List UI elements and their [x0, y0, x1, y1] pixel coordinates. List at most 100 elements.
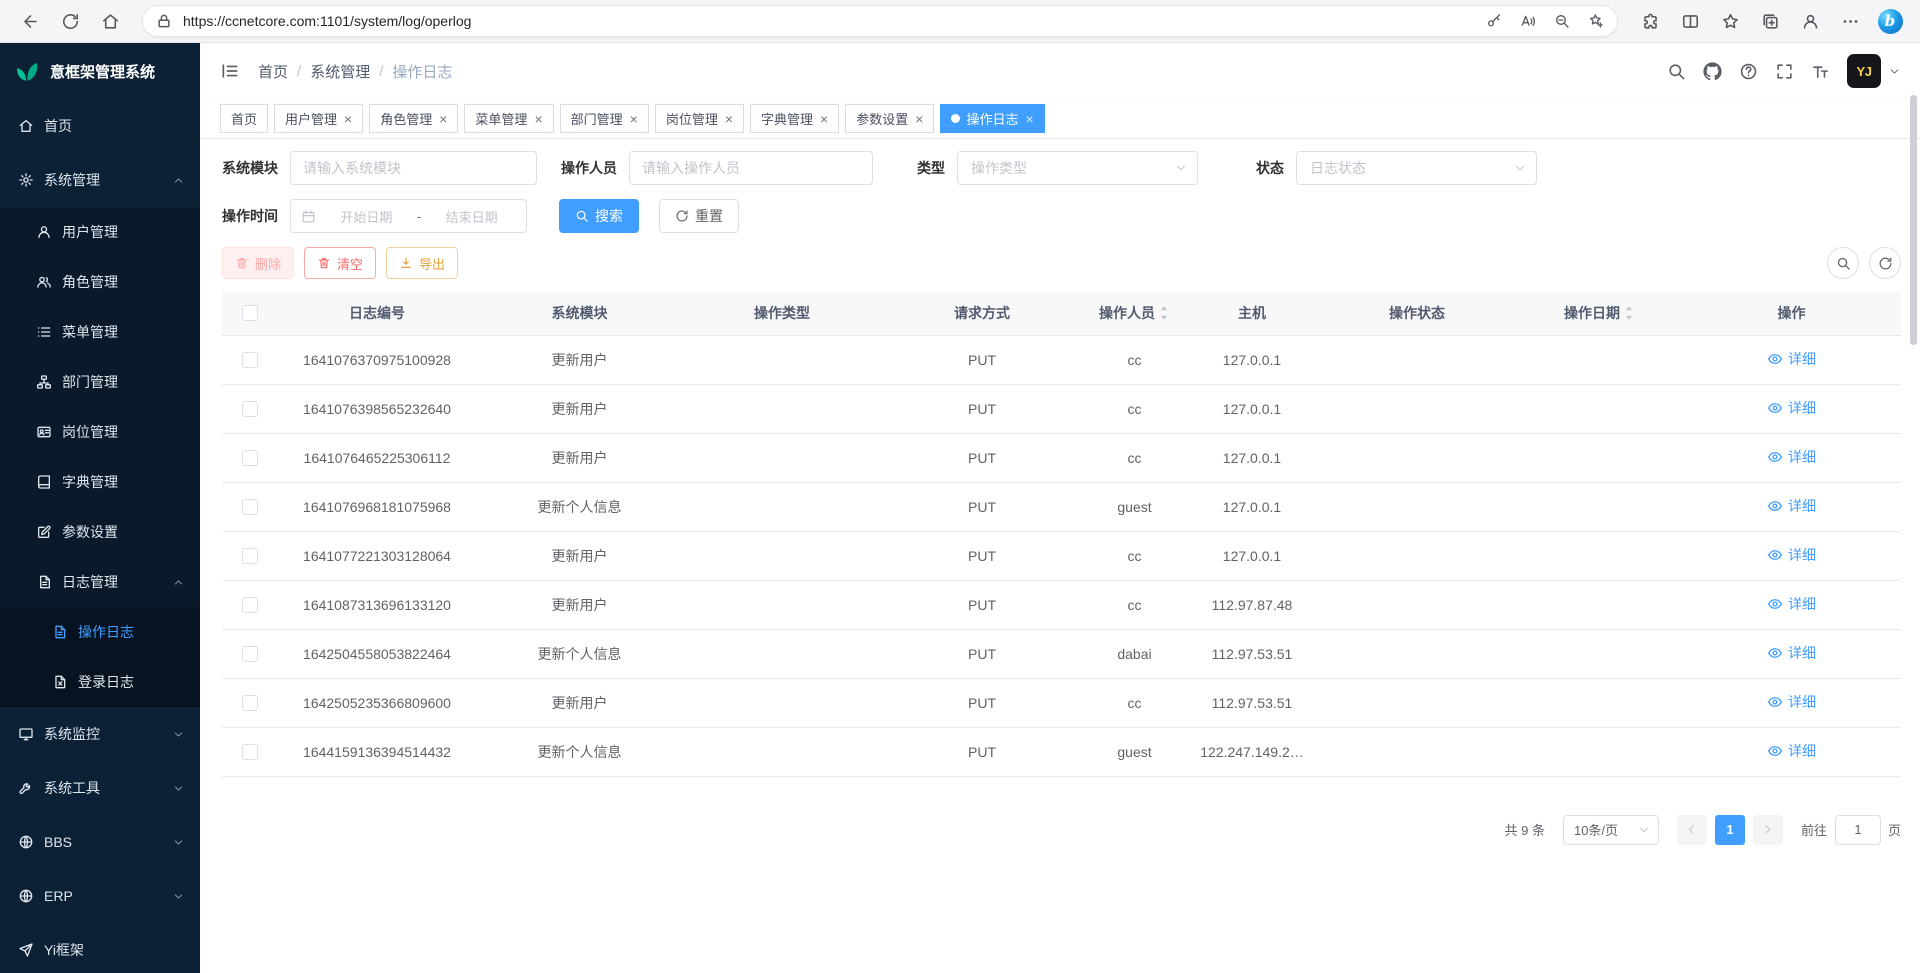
detail-link[interactable]: 详细	[1767, 643, 1816, 663]
detail-link[interactable]: 详细	[1767, 398, 1816, 418]
detail-link[interactable]: 详细	[1767, 349, 1816, 369]
table-row[interactable]: 1642504558053822464更新个人信息PUTdabai112.97.…	[222, 629, 1901, 678]
tab-home[interactable]: 首页	[220, 104, 268, 133]
tab-close-icon[interactable]: ×	[915, 112, 923, 126]
sidebar-item-post-mgmt[interactable]: 岗位管理	[0, 407, 200, 457]
next-page-button[interactable]	[1753, 815, 1783, 845]
detail-link[interactable]: 详细	[1767, 496, 1816, 516]
sidebar-fold-icon[interactable]	[220, 61, 240, 81]
sidebar-item-role-mgmt[interactable]: 角色管理	[0, 257, 200, 307]
detail-link[interactable]: 详细	[1767, 692, 1816, 712]
table-row[interactable]: 1641087313696133120更新用户PUTcc112.97.87.48…	[222, 580, 1901, 629]
page-number-1[interactable]: 1	[1715, 815, 1745, 845]
row-checkbox[interactable]	[242, 352, 258, 368]
column-header-operator[interactable]: 操作人员	[1082, 291, 1187, 335]
read-aloud-icon[interactable]	[1513, 7, 1543, 35]
browser-settings-icon[interactable]	[1830, 4, 1870, 38]
favorites-icon[interactable]	[1710, 4, 1750, 38]
tab-close-icon[interactable]: ×	[534, 112, 542, 126]
tab-close-icon[interactable]: ×	[344, 112, 352, 126]
sidebar-item-system-tools[interactable]: 系统工具	[0, 761, 200, 815]
module-input[interactable]	[290, 151, 537, 185]
detail-link[interactable]: 详细	[1767, 741, 1816, 761]
tab-close-icon[interactable]: ×	[725, 112, 733, 126]
tab-param-settings[interactable]: 参数设置×	[845, 104, 934, 133]
sort-carets-icon[interactable]	[1158, 304, 1170, 322]
add-favorite-icon[interactable]	[1581, 7, 1611, 35]
password-key-icon[interactable]	[1479, 7, 1509, 35]
table-row[interactable]: 1641076465225306112更新用户PUTcc127.0.0.1详细	[222, 433, 1901, 482]
table-row[interactable]: 1641077221303128064更新用户PUTcc127.0.0.1详细	[222, 531, 1901, 580]
sidebar-item-system-monitor[interactable]: 系统监控	[0, 707, 200, 761]
row-checkbox[interactable]	[242, 499, 258, 515]
collections-icon[interactable]	[1750, 4, 1790, 38]
sidebar-item-dict-mgmt[interactable]: 字典管理	[0, 457, 200, 507]
select-all-checkbox[interactable]	[242, 305, 258, 321]
tab-role-mgmt[interactable]: 角色管理×	[369, 104, 458, 133]
help-icon[interactable]	[1739, 62, 1758, 81]
goto-page-input[interactable]	[1835, 815, 1881, 845]
address-bar[interactable]: https://ccnetcore.com:1101/system/log/op…	[142, 5, 1618, 37]
browser-back-button[interactable]	[10, 4, 50, 38]
breadcrumb-home[interactable]: 首页	[258, 61, 288, 82]
sidebar-item-oper-log[interactable]: 操作日志	[0, 607, 200, 657]
detail-link[interactable]: 详细	[1767, 545, 1816, 565]
row-checkbox[interactable]	[242, 450, 258, 466]
reset-button[interactable]: 重置	[659, 199, 739, 233]
refresh-table-button[interactable]	[1869, 247, 1901, 279]
table-row[interactable]: 1641076398565232640更新用户PUTcc127.0.0.1详细	[222, 384, 1901, 433]
sidebar-item-system-mgmt[interactable]: 系统管理	[0, 153, 200, 207]
status-select[interactable]: 日志状态	[1296, 151, 1537, 185]
extensions-icon[interactable]	[1630, 4, 1670, 38]
sidebar-item-yi-framework[interactable]: Yi框架	[0, 923, 200, 973]
search-icon[interactable]	[1667, 62, 1686, 81]
column-header-date[interactable]: 操作日期	[1517, 291, 1682, 335]
row-checkbox[interactable]	[242, 744, 258, 760]
delete-button[interactable]: 删除	[222, 247, 294, 279]
row-checkbox[interactable]	[242, 695, 258, 711]
export-button[interactable]: 导出	[386, 247, 458, 279]
detail-link[interactable]: 详细	[1767, 447, 1816, 467]
tab-close-icon[interactable]: ×	[439, 112, 447, 126]
table-row[interactable]: 1644159136394514432更新个人信息PUTguest122.247…	[222, 727, 1901, 776]
search-button[interactable]: 搜索	[559, 199, 639, 233]
detail-link[interactable]: 详细	[1767, 594, 1816, 614]
chevron-down-icon[interactable]	[1889, 66, 1900, 77]
sidebar-item-login-log[interactable]: 登录日志	[0, 657, 200, 707]
page-size-select[interactable]: 10条/页	[1563, 815, 1659, 845]
tab-close-icon[interactable]: ×	[820, 112, 828, 126]
tab-oper-log[interactable]: 操作日志×	[940, 104, 1044, 133]
browser-refresh-button[interactable]	[50, 4, 90, 38]
toggle-search-button[interactable]	[1827, 247, 1859, 279]
tab-close-icon[interactable]: ×	[630, 112, 638, 126]
github-icon[interactable]	[1703, 62, 1722, 81]
row-checkbox[interactable]	[242, 597, 258, 613]
row-checkbox[interactable]	[242, 401, 258, 417]
prev-page-button[interactable]	[1677, 815, 1707, 845]
sidebar-item-user-mgmt[interactable]: 用户管理	[0, 207, 200, 257]
type-select[interactable]: 操作类型	[957, 151, 1198, 185]
scrollbar-thumb[interactable]	[1910, 95, 1917, 345]
tab-dept-mgmt[interactable]: 部门管理×	[560, 104, 649, 133]
tab-post-mgmt[interactable]: 岗位管理×	[655, 104, 744, 133]
font-size-icon[interactable]	[1811, 62, 1830, 81]
tab-dict-mgmt[interactable]: 字典管理×	[750, 104, 839, 133]
breadcrumb-system-mgmt[interactable]: 系统管理	[310, 61, 370, 82]
table-row[interactable]: 1641076968181075968更新个人信息PUTguest127.0.0…	[222, 482, 1901, 531]
bing-icon[interactable]: b	[1870, 4, 1910, 38]
browser-profile-icon[interactable]	[1790, 4, 1830, 38]
tab-menu-mgmt[interactable]: 菜单管理×	[464, 104, 553, 133]
zoom-out-icon[interactable]	[1547, 7, 1577, 35]
split-screen-icon[interactable]	[1670, 4, 1710, 38]
clear-button[interactable]: 清空	[304, 247, 376, 279]
sidebar-item-dept-mgmt[interactable]: 部门管理	[0, 357, 200, 407]
sidebar-item-home[interactable]: 首页	[0, 99, 200, 153]
sidebar-item-bbs[interactable]: BBS	[0, 815, 200, 869]
sidebar-item-param-settings[interactable]: 参数设置	[0, 507, 200, 557]
fullscreen-icon[interactable]	[1775, 62, 1794, 81]
row-checkbox[interactable]	[242, 548, 258, 564]
sidebar-item-menu-mgmt[interactable]: 菜单管理	[0, 307, 200, 357]
row-checkbox[interactable]	[242, 646, 258, 662]
sidebar-item-erp[interactable]: ERP	[0, 869, 200, 923]
tab-user-mgmt[interactable]: 用户管理×	[274, 104, 363, 133]
